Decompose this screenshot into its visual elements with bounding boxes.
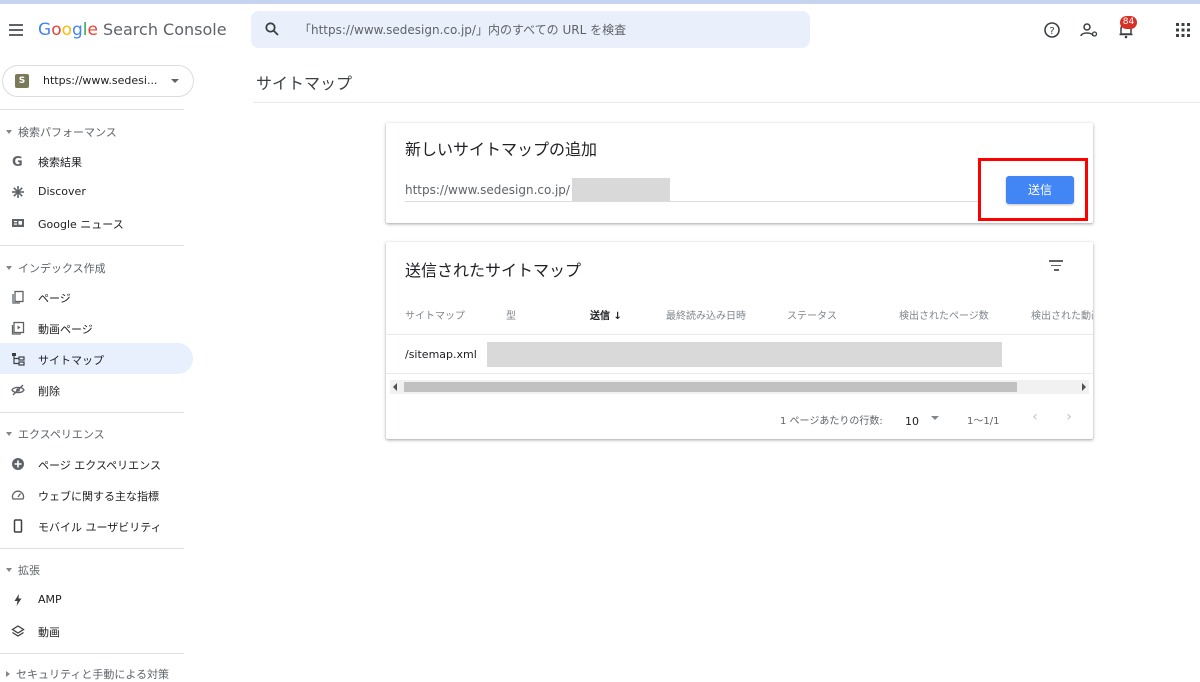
sidebar-item-label: サイトマップ — [38, 354, 104, 367]
svg-text:?: ? — [1049, 26, 1054, 37]
sidebar-item-video[interactable]: 動画 — [0, 615, 193, 646]
column-header-type[interactable]: 型 — [506, 307, 516, 322]
sidebar-item-search-results[interactable]: G 検索結果 — [0, 145, 193, 176]
help-icon[interactable]: ? — [1042, 20, 1062, 40]
sidebar-item-pages[interactable]: ページ — [0, 281, 193, 312]
sidebar-item-label: 削除 — [38, 385, 60, 398]
product-logo[interactable]: Google Search Console — [38, 20, 227, 40]
sidebar-item-sitemaps[interactable]: サイトマップ — [0, 343, 193, 374]
url-inspection-search[interactable]: 「https://www.sedesign.co.jp/」内のすべての URL … — [251, 11, 810, 48]
filter-icon[interactable] — [1048, 260, 1064, 272]
property-selector[interactable]: S https://www.sedesi... — [2, 65, 194, 97]
sidebar-divider — [0, 653, 184, 654]
column-header-last-read[interactable]: 最終読み込み日時 — [666, 307, 746, 322]
sitemap-icon — [12, 353, 25, 366]
next-page-button[interactable]: › — [1061, 408, 1077, 426]
discover-asterisk-icon — [12, 186, 24, 198]
section-security-manual-actions[interactable]: セキュリティと手動による対策 — [6, 666, 169, 682]
scroll-right-arrow-icon[interactable] — [1082, 383, 1086, 391]
column-header-submitted[interactable]: 送信 ↓ — [590, 307, 622, 322]
section-indexing[interactable]: インデックス作成 — [6, 260, 106, 276]
amp-bolt-icon — [14, 594, 22, 606]
chevron-down-icon — [171, 79, 179, 83]
redacted-row-details — [487, 342, 1002, 367]
sidebar-item-label: モバイル ユーザビリティ — [38, 521, 162, 534]
chevron-down-icon — [931, 416, 939, 420]
app-header: Google Search Console 「https://www.sedesi… — [0, 4, 1200, 58]
pagination-range: 1〜1/1 — [967, 416, 1000, 427]
add-sitemap-title: 新しいサイトマップの追加 — [405, 140, 598, 159]
sidebar-item-video-pages[interactable]: 動画ページ — [0, 312, 193, 343]
scrollbar-thumb[interactable] — [404, 382, 1017, 392]
pages-icon — [12, 290, 24, 304]
submitted-sitemaps-card: 送信されたサイトマップ サイトマップ 型 送信 ↓ 最終読み込み日時 ステータス… — [386, 242, 1093, 439]
section-enhancements[interactable]: 拡張 — [6, 562, 40, 578]
previous-page-button[interactable]: ‹ — [1027, 408, 1043, 426]
section-performance[interactable]: 検索パフォーマンス — [6, 124, 117, 140]
sidebar-divider — [0, 548, 184, 549]
column-header-sitemap[interactable]: サイトマップ — [405, 307, 465, 322]
sidebar-item-label: Discover — [38, 185, 86, 198]
sidebar-item-page-experience[interactable]: ページ エクスペリエンス — [0, 448, 193, 479]
table-header-divider — [386, 334, 1093, 335]
table-row-divider — [386, 373, 1093, 374]
sitemap-url-prefix: https://www.sedesign.co.jp/ — [405, 183, 570, 197]
column-header-discovered-pages[interactable]: 検出されたページ数 — [899, 307, 989, 322]
product-name: Search Console — [103, 20, 227, 39]
property-url: https://www.sedesi... — [43, 74, 158, 87]
sitemap-path[interactable]: /sitemap.xml — [405, 348, 477, 361]
column-header-discovered-videos[interactable]: 検出された動画数 — [1031, 307, 1093, 322]
apps-grid-icon[interactable] — [1173, 20, 1193, 40]
mobile-phone-icon — [13, 519, 23, 533]
google-g-icon: G — [12, 155, 23, 168]
sidebar-item-label: 動画ページ — [38, 323, 93, 336]
sidebar-item-core-web-vitals[interactable]: ウェブに関する主な指標 — [0, 479, 193, 510]
core-web-vitals-icon — [11, 490, 25, 500]
sidebar-item-label: ページ エクスペリエンス — [38, 459, 161, 472]
scroll-left-arrow-icon[interactable] — [393, 383, 397, 391]
sidebar-item-label: Google ニュース — [38, 218, 124, 231]
svg-text:G: G — [12, 155, 23, 168]
sidebar-divider — [0, 412, 184, 413]
submitted-sitemaps-title: 送信されたサイトマップ — [405, 261, 582, 280]
input-underline — [405, 201, 978, 202]
add-sitemap-card: 新しいサイトマップの追加 https://www.sedesign.co.jp/… — [386, 123, 1093, 223]
video-layers-icon — [11, 625, 25, 637]
submit-button[interactable]: 送信 — [1006, 176, 1074, 204]
rows-per-page-label: 1 ページあたりの行数: — [780, 416, 883, 427]
sidebar-item-label: ウェブに関する主な指標 — [38, 490, 159, 503]
sidebar-item-label: 検索結果 — [38, 156, 82, 169]
sidebar-item-label: 動画 — [38, 626, 60, 639]
sidebar-item-amp[interactable]: AMP — [0, 584, 193, 615]
rows-per-page-select[interactable]: 10 — [905, 410, 943, 428]
hamburger-menu-icon[interactable] — [9, 24, 23, 36]
sort-descending-icon: ↓ — [613, 311, 622, 322]
sidebar-item-label: ページ — [38, 292, 71, 305]
column-header-status[interactable]: ステータス — [787, 307, 837, 322]
sidebar-item-label: AMP — [38, 593, 62, 606]
search-icon — [265, 22, 279, 36]
page-experience-icon — [12, 458, 24, 470]
section-experience[interactable]: エクスペリエンス — [6, 426, 105, 442]
sidebar-item-google-news[interactable]: Google ニュース — [0, 207, 193, 238]
horizontal-scrollbar[interactable] — [390, 380, 1089, 394]
title-divider — [253, 102, 1200, 103]
sidebar-item-mobile-usability[interactable]: モバイル ユーザビリティ — [0, 510, 193, 541]
sidebar-divider — [0, 245, 184, 246]
page-title: サイトマップ — [256, 74, 353, 93]
sidebar-item-discover[interactable]: Discover — [0, 176, 193, 207]
video-pages-icon — [11, 321, 25, 335]
sidebar-divider — [0, 109, 184, 110]
sitemap-url-input[interactable] — [572, 178, 670, 201]
google-news-icon — [12, 219, 24, 227]
sidebar-item-removals[interactable]: 削除 — [0, 374, 193, 405]
notifications-badge: 84 — [1120, 16, 1137, 29]
user-settings-icon[interactable] — [1079, 20, 1099, 40]
property-favicon-icon: S — [15, 74, 29, 88]
removals-icon — [11, 384, 25, 396]
search-placeholder: 「https://www.sedesign.co.jp/」内のすべての URL … — [299, 23, 627, 37]
